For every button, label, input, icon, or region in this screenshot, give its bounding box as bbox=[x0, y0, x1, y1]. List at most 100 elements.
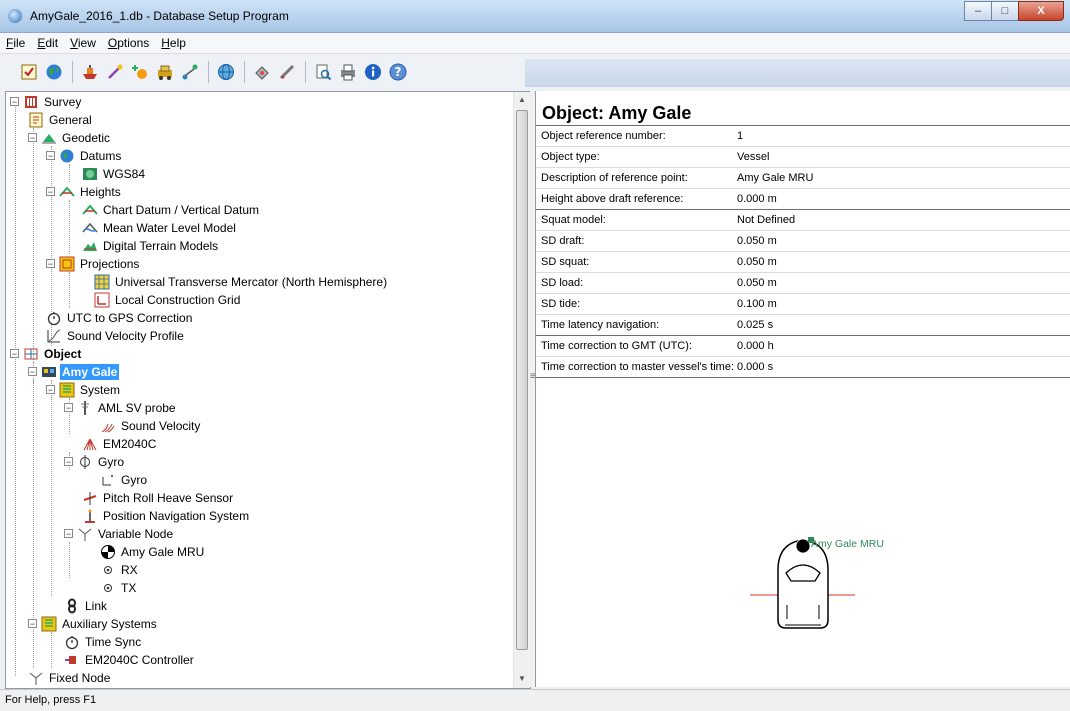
info-icon[interactable] bbox=[362, 61, 384, 83]
tree-node-em2040c-controller[interactable]: EM2040C Controller bbox=[64, 651, 196, 669]
vehicle-icon[interactable] bbox=[154, 61, 176, 83]
object-icon bbox=[23, 346, 39, 362]
water-level-icon bbox=[82, 220, 98, 236]
tree-node-mean-water-level[interactable]: Mean Water Level Model bbox=[82, 219, 238, 237]
tree-scrollbar[interactable]: ▲ ▼ bbox=[513, 92, 530, 688]
tree-node-datums[interactable]: − Datums bbox=[46, 147, 123, 165]
property-row: Description of reference point: Amy Gale … bbox=[536, 167, 1070, 188]
auxiliary-systems-icon bbox=[41, 616, 57, 632]
menu-options[interactable]: Options bbox=[102, 33, 155, 50]
tree-node-general[interactable]: General bbox=[28, 111, 94, 129]
tree-node-chart-datum[interactable]: Chart Datum / Vertical Datum bbox=[82, 201, 261, 219]
tree-node-digital-terrain[interactable]: Digital Terrain Models bbox=[82, 237, 220, 255]
time-sync-icon bbox=[64, 634, 80, 650]
toolbar: ? bbox=[0, 54, 1070, 90]
motion-sensor-icon bbox=[82, 490, 98, 506]
wand-icon[interactable] bbox=[104, 61, 126, 83]
link-icon[interactable] bbox=[179, 61, 201, 83]
tx-point-icon bbox=[100, 580, 116, 596]
tree-node-gyro-parent[interactable]: − Gyro bbox=[64, 453, 126, 471]
status-bar: For Help, press F1 bbox=[0, 689, 1070, 711]
heights-icon bbox=[59, 184, 75, 200]
add-node-icon[interactable] bbox=[129, 61, 151, 83]
satellite-icon[interactable] bbox=[251, 61, 273, 83]
system-icon bbox=[59, 382, 75, 398]
wgs84-map-icon bbox=[82, 166, 98, 182]
object-tree[interactable]: − Survey General − Geodetic − Datums WGS… bbox=[5, 91, 531, 689]
window-title: AmyGale_2016_1.db - Database Setup Progr… bbox=[30, 9, 289, 23]
properties-table: Object reference number: 1 Object type: Ve… bbox=[536, 125, 1070, 378]
minimize-button[interactable]: – bbox=[964, 1, 992, 21]
tree-node-svp[interactable]: Sound Velocity Profile bbox=[46, 327, 186, 345]
chain-link-icon bbox=[64, 598, 80, 614]
tree-node-local-grid[interactable]: Local Construction Grid bbox=[94, 291, 242, 309]
tree-node-rx[interactable]: RX bbox=[100, 561, 140, 579]
maximize-button[interactable]: □ bbox=[991, 1, 1019, 21]
tree-node-wgs84[interactable]: WGS84 bbox=[82, 165, 147, 183]
tree-node-tx[interactable]: TX bbox=[100, 579, 138, 597]
tree-node-variable-node[interactable]: − Variable Node bbox=[64, 525, 175, 543]
close-button[interactable]: X bbox=[1018, 1, 1064, 21]
tree-node-amy-gale-mru[interactable]: Amy Gale MRU bbox=[100, 543, 206, 561]
menu-view[interactable]: View bbox=[64, 33, 102, 50]
antenna-icon bbox=[82, 508, 98, 524]
general-icon bbox=[28, 112, 44, 128]
fixed-node-icon bbox=[28, 670, 44, 686]
toolbar-empty-area bbox=[525, 59, 1070, 87]
tree-node-projections[interactable]: − Projections bbox=[46, 255, 141, 273]
ship-icon[interactable] bbox=[79, 61, 101, 83]
globe-grid-icon[interactable] bbox=[215, 61, 237, 83]
tree-node-position-nav[interactable]: Position Navigation System bbox=[82, 507, 251, 525]
tree-node-em2040c[interactable]: EM2040C bbox=[82, 435, 158, 453]
property-row: Squat model: Not Defined bbox=[536, 209, 1070, 230]
tree-node-aml-sv-probe[interactable]: − AML SV probe bbox=[64, 399, 178, 417]
tree-node-auxiliary-systems[interactable]: − Auxiliary Systems bbox=[28, 615, 159, 633]
checklist-icon[interactable] bbox=[18, 61, 40, 83]
rx-point-icon bbox=[100, 562, 116, 578]
mru-reference-label: Amy Gale MRU bbox=[811, 538, 884, 550]
property-row: SD squat: 0.050 m bbox=[536, 251, 1070, 272]
survey-icon bbox=[23, 94, 39, 110]
tree-node-time-sync[interactable]: Time Sync bbox=[64, 633, 143, 651]
sound-velocity-profile-icon bbox=[46, 328, 62, 344]
title-bar: AmyGale_2016_1.db - Database Setup Progr… bbox=[0, 0, 1070, 33]
menu-help[interactable]: Help bbox=[155, 33, 192, 50]
sensor-icon[interactable] bbox=[276, 61, 298, 83]
tree-node-heights[interactable]: − Heights bbox=[46, 183, 123, 201]
status-text: For Help, press F1 bbox=[5, 694, 97, 706]
menu-file[interactable]: File bbox=[0, 33, 31, 50]
tree-node-amy-gale[interactable]: − Amy Gale bbox=[28, 363, 120, 381]
help-icon[interactable]: ? bbox=[387, 61, 409, 83]
chart-datum-icon bbox=[82, 202, 98, 218]
projection-icon bbox=[59, 256, 75, 272]
vessel-drawing: Amy Gale MRU bbox=[745, 525, 905, 645]
tree-node-system[interactable]: − System bbox=[46, 381, 122, 399]
tree-node-prh-sensor[interactable]: Pitch Roll Heave Sensor bbox=[82, 489, 235, 507]
property-row: Height above draft reference: 0.000 m bbox=[536, 188, 1070, 209]
sound-velocity-icon bbox=[100, 418, 116, 434]
tree-node-sound-velocity[interactable]: Sound Velocity bbox=[100, 417, 202, 435]
printer-icon[interactable] bbox=[337, 61, 359, 83]
property-row: Time correction to GMT (UTC): 0.000 h bbox=[536, 335, 1070, 356]
gyro-icon bbox=[77, 454, 93, 470]
tree-node-utm[interactable]: Universal Transverse Mercator (North Hem… bbox=[94, 273, 389, 291]
menu-edit[interactable]: Edit bbox=[31, 33, 64, 50]
globe-icon[interactable] bbox=[43, 61, 65, 83]
tree-node-object[interactable]: − Object bbox=[10, 345, 83, 363]
scrollbar-thumb[interactable] bbox=[516, 110, 528, 650]
property-row: Time latency navigation: 0.025 s bbox=[536, 314, 1070, 335]
variable-node-icon bbox=[77, 526, 93, 542]
property-row: Object reference number: 1 bbox=[536, 125, 1070, 146]
svg-text:?: ? bbox=[395, 65, 402, 79]
tree-node-link[interactable]: Link bbox=[64, 597, 109, 615]
tree-node-fixed-node[interactable]: Fixed Node bbox=[28, 669, 112, 687]
tree-node-utc-gps[interactable]: UTC to GPS Correction bbox=[46, 309, 194, 327]
print-preview-icon[interactable] bbox=[312, 61, 334, 83]
tree-node-survey[interactable]: − Survey bbox=[10, 93, 83, 111]
controller-icon bbox=[64, 652, 80, 668]
property-row: Object type: Vessel bbox=[536, 146, 1070, 167]
tree-node-gyro-child[interactable]: Gyro bbox=[100, 471, 149, 489]
property-row: SD draft: 0.050 m bbox=[536, 230, 1070, 251]
tree-node-geodetic[interactable]: − Geodetic bbox=[28, 129, 112, 147]
geodetic-icon bbox=[41, 130, 57, 146]
